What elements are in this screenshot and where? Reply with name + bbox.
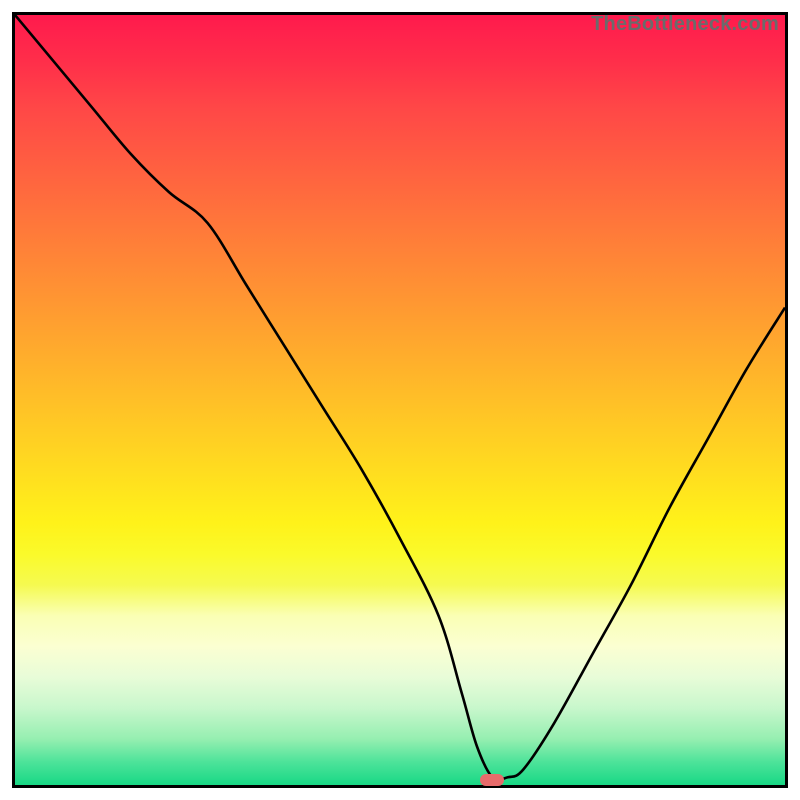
minimum-marker <box>480 774 504 786</box>
chart-container: TheBottleneck.com <box>0 0 800 800</box>
plot-area: TheBottleneck.com <box>12 12 788 788</box>
watermark-text: TheBottleneck.com <box>591 13 779 36</box>
bottleneck-curve-path <box>15 15 785 780</box>
curve-svg <box>15 15 785 785</box>
